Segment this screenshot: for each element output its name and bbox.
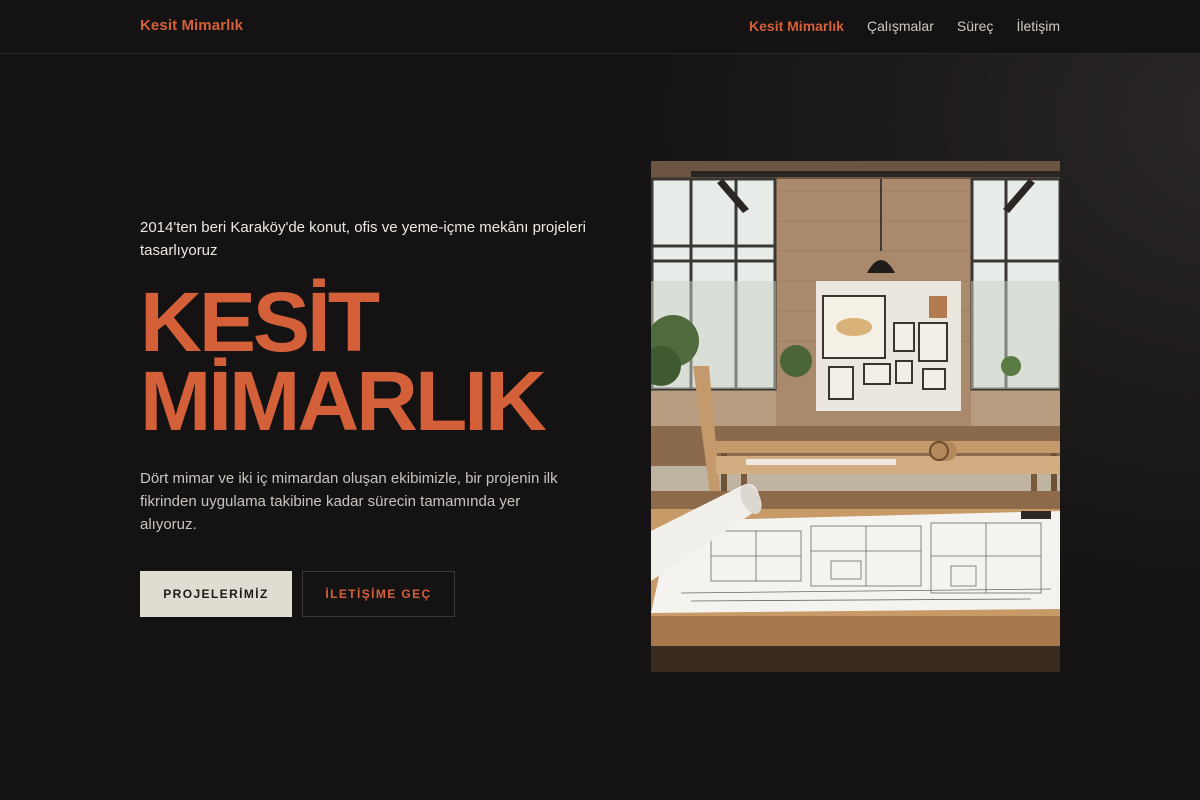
nav-item-process[interactable]: Süreç bbox=[957, 18, 994, 34]
contact-button[interactable]: İLETİŞİME GEÇ bbox=[302, 571, 455, 617]
main-nav: Kesit Mimarlık Çalışmalar Süreç İletişim bbox=[749, 18, 1060, 34]
brand-logo[interactable]: Kesit Mimarlık bbox=[140, 17, 243, 34]
studio-illustration bbox=[651, 161, 1060, 672]
nav-item-home[interactable]: Kesit Mimarlık bbox=[749, 18, 844, 34]
hero-description: Dört mimar ve iki iç mimardan oluşan eki… bbox=[140, 470, 558, 533]
nav-item-works[interactable]: Çalışmalar bbox=[867, 18, 934, 34]
hero-title: KESİT MİMARLIK bbox=[140, 275, 547, 448]
nav-item-contact[interactable]: İletişim bbox=[1016, 18, 1060, 34]
hero-kicker: 2014'ten beri Karaköy'de konut, ofis ve … bbox=[140, 219, 586, 259]
studio-photo bbox=[651, 161, 1060, 672]
site-header: Kesit Mimarlık Kesit Mimarlık Çalışmalar… bbox=[0, 0, 1200, 54]
hero-title-line-1: KESİT bbox=[140, 275, 380, 369]
projects-button[interactable]: PROJELERİMİZ bbox=[140, 571, 292, 617]
hero-title-line-2: MİMARLIK bbox=[140, 354, 547, 448]
